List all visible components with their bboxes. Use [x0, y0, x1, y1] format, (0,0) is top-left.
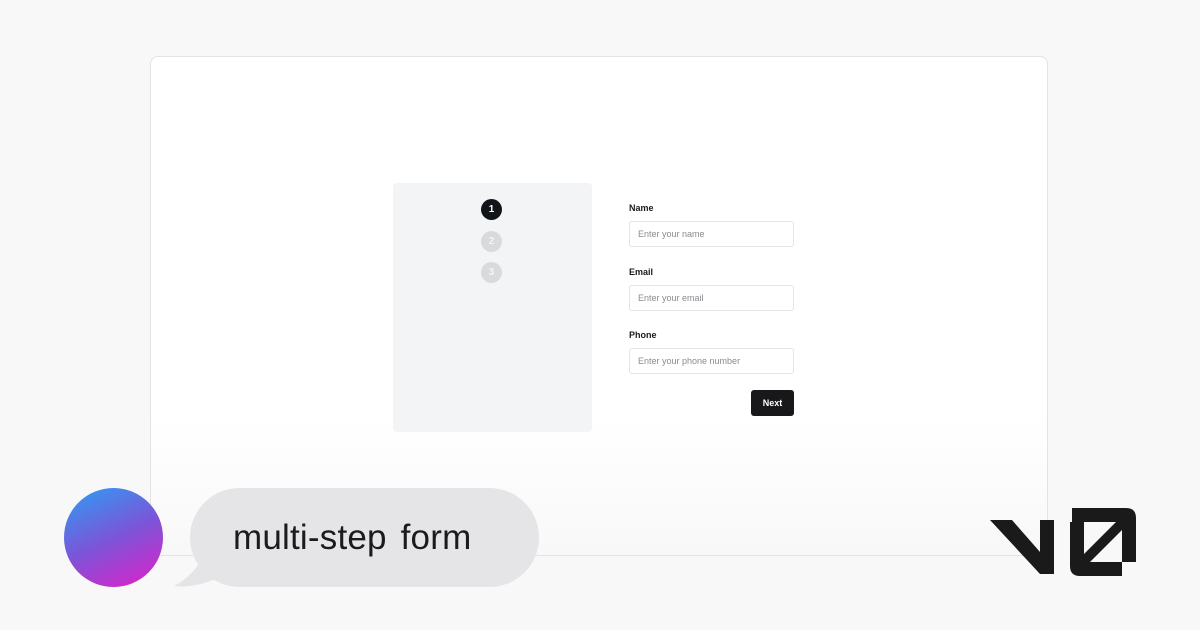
name-field-group: Name [629, 202, 794, 247]
email-field-group: Email [629, 266, 794, 311]
phone-field-group: Phone [629, 329, 794, 374]
avatar [64, 488, 163, 587]
phone-label: Phone [629, 330, 657, 340]
prompt-text: multi-step form [233, 517, 472, 557]
email-label: Email [629, 267, 654, 277]
prompt-bubble: multi-step form [190, 488, 539, 587]
stepper-sidebar: 1 2 3 [393, 183, 592, 432]
name-input[interactable] [629, 221, 794, 247]
step-indicator-1[interactable]: 1 [481, 199, 502, 220]
step-indicator-2[interactable]: 2 [481, 231, 502, 252]
next-button[interactable]: Next [751, 390, 794, 416]
preview-card: 1 2 3 Name Email Phone Next [150, 56, 1048, 556]
step-indicator-3[interactable]: 3 [481, 262, 502, 283]
email-input[interactable] [629, 285, 794, 311]
phone-input[interactable] [629, 348, 794, 374]
v0-logo-icon [990, 508, 1136, 576]
name-label: Name [629, 203, 654, 213]
